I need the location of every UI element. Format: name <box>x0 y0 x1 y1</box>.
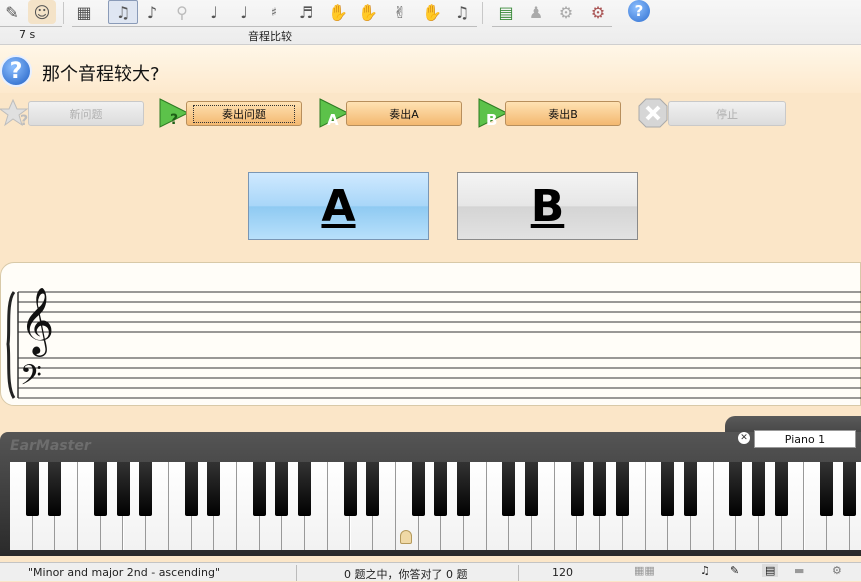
layout-icon[interactable]: ▦▦ <box>634 564 655 577</box>
answer-a-button[interactable]: A <box>248 172 429 240</box>
black-key[interactable] <box>116 462 130 516</box>
black-key[interactable] <box>842 462 856 516</box>
play-question-button[interactable]: 奏出问题 <box>186 101 302 126</box>
black-key[interactable] <box>252 462 266 516</box>
black-key[interactable] <box>593 462 607 516</box>
earmaster-mascot-icon[interactable]: ☺ <box>28 0 56 24</box>
hand-icon[interactable]: ✋ <box>326 0 350 24</box>
interval-down-icon[interactable]: ♩ <box>232 0 256 24</box>
rhythm-icon[interactable]: ♫ <box>108 0 138 24</box>
black-key[interactable] <box>93 462 107 516</box>
score-panel: 𝄞 𝄢 <box>0 262 861 406</box>
black-key[interactable] <box>25 462 39 516</box>
interval-up-icon[interactable]: ♩ <box>202 0 226 24</box>
black-key[interactable] <box>411 462 425 516</box>
piano-icon[interactable]: ▤ <box>762 564 779 577</box>
treble-clef-icon: 𝄞 <box>20 286 54 357</box>
black-key[interactable] <box>184 462 198 516</box>
instrument-selector[interactable]: Piano 1 <box>754 430 856 448</box>
score-view-icon[interactable]: ▦ <box>72 0 96 24</box>
black-key[interactable] <box>457 462 470 516</box>
black-key[interactable] <box>570 462 584 516</box>
score-icon[interactable]: ♫ <box>700 564 710 577</box>
settings-icon[interactable]: ⚙ <box>554 0 578 24</box>
status-separator <box>296 565 297 581</box>
toolbar-underline <box>72 26 477 27</box>
hand-play-icon[interactable]: ✋ <box>356 0 380 24</box>
play-b-label: 奏出B <box>548 107 578 121</box>
answer-a-label: A <box>321 180 356 232</box>
user-icon[interactable]: ♟ <box>524 0 548 24</box>
timer-label: 7 s <box>19 28 36 41</box>
search-icon[interactable]: ⚲ <box>170 0 194 24</box>
question-icon: ? <box>0 55 32 87</box>
svg-text:A: A <box>327 111 339 129</box>
chord-icon[interactable]: ♯ <box>262 0 286 24</box>
play-b-button[interactable]: 奏出B <box>505 101 621 126</box>
stop-icon <box>638 98 668 128</box>
svg-text:B: B <box>486 111 497 129</box>
black-key[interactable] <box>434 462 448 516</box>
keyboard-title: EarMaster <box>10 438 91 454</box>
tempo-value[interactable]: 120 <box>552 566 573 579</box>
piano-keyboard[interactable] <box>10 462 861 550</box>
black-key[interactable] <box>502 462 516 516</box>
black-key[interactable] <box>752 462 766 516</box>
black-key[interactable] <box>298 462 312 516</box>
keyboard-panel: EarMaster ✕ Piano 1 <box>0 416 861 556</box>
keyboard-view-icon[interactable]: ▬ <box>794 564 804 577</box>
black-key[interactable] <box>525 462 539 516</box>
toolbar-underline <box>492 26 612 27</box>
status-bar: "Minor and major 2nd - ascending" 0 题之中，… <box>0 562 861 581</box>
note-icon[interactable]: ♪ <box>140 0 164 24</box>
status-separator <box>518 565 519 581</box>
toolbar-separator <box>482 2 483 24</box>
toolbar: ✎ ☺ ▦ ♫ ♪ ⚲ ♩ ♩ ♯ ♬ ✋ ✋ ✌ ✋ ♫ ▤ ♟ ⚙ ⚙ ? … <box>0 0 861 45</box>
ensemble-icon[interactable]: ♫ <box>450 0 474 24</box>
statistics-icon[interactable]: ▤ <box>494 0 518 24</box>
black-key[interactable] <box>820 462 834 516</box>
black-key[interactable] <box>207 462 221 516</box>
black-key[interactable] <box>774 462 788 516</box>
help-icon[interactable]: ? <box>628 0 650 22</box>
answer-b-label: B <box>530 180 565 232</box>
settings-small-icon[interactable]: ⚙ <box>832 564 842 577</box>
toolbar-underline <box>0 26 62 27</box>
close-icon[interactable]: ✕ <box>738 432 750 444</box>
open-icon[interactable]: ✎ <box>0 0 24 24</box>
black-key[interactable] <box>615 462 629 516</box>
black-key[interactable] <box>366 462 380 516</box>
exercise-name: "Minor and major 2nd - ascending" <box>28 566 221 579</box>
play-a-label: 奏出A <box>389 107 419 121</box>
black-key[interactable] <box>684 462 697 516</box>
clap-icon[interactable]: ✋ <box>420 0 444 24</box>
guitar-icon[interactable]: ✎ <box>730 564 739 577</box>
new-question-button[interactable]: 新问题 <box>28 101 144 126</box>
black-key[interactable] <box>729 462 743 516</box>
stop-label: 停止 <box>716 107 738 121</box>
play-a-button[interactable]: 奏出A <box>346 101 462 126</box>
scale-icon[interactable]: ♬ <box>294 0 318 24</box>
black-key[interactable] <box>139 462 153 516</box>
brace <box>6 291 16 399</box>
grand-staff: 𝄞 𝄢 <box>6 286 861 399</box>
black-key[interactable] <box>48 462 62 516</box>
svg-text:?: ? <box>20 113 28 129</box>
toolbar-separator <box>63 2 64 24</box>
new-question-label: 新问题 <box>69 107 103 121</box>
exercise-group-label: 音程比较 <box>248 30 292 43</box>
bass-clef-icon: 𝄢 <box>20 359 42 399</box>
play-question-label: 奏出问题 <box>193 104 295 123</box>
svg-text:?: ? <box>170 112 178 128</box>
black-key[interactable] <box>661 462 675 516</box>
black-key[interactable] <box>275 462 289 516</box>
answer-b-button[interactable]: B <box>457 172 638 240</box>
gear-icon[interactable]: ⚙ <box>586 0 610 24</box>
black-key[interactable] <box>343 462 357 516</box>
conductor-icon[interactable]: ✌ <box>388 0 412 24</box>
question-text: 那个音程较大? <box>42 64 160 85</box>
middle-c-marker-icon <box>399 530 412 544</box>
stop-button[interactable]: 停止 <box>668 101 786 126</box>
